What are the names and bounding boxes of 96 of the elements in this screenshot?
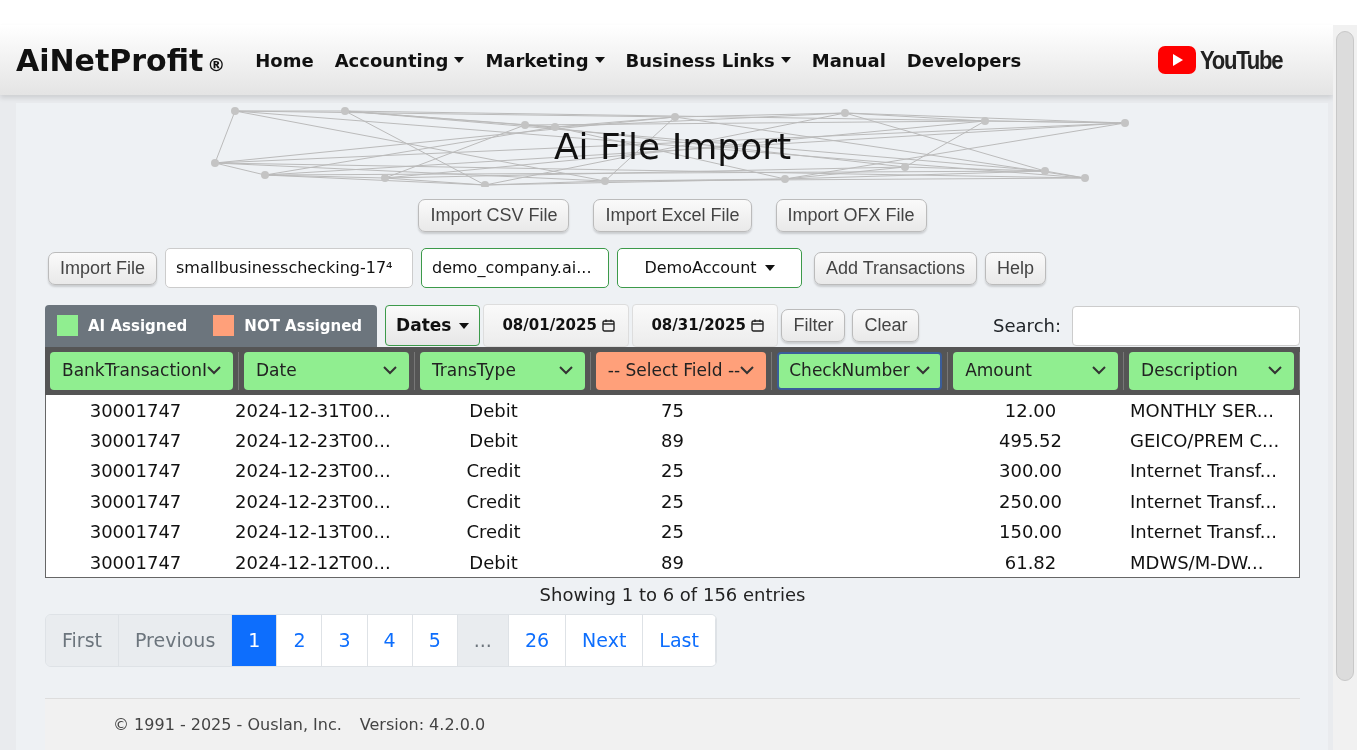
page-link[interactable]: 26 <box>508 615 567 666</box>
nav-link[interactable]: Accounting <box>334 46 465 74</box>
chevron-icon <box>206 366 221 376</box>
account-dropdown[interactable]: DemoAccount <box>617 248 803 289</box>
page-link[interactable]: 2 <box>277 615 323 666</box>
add-transactions-button[interactable]: Add Transactions <box>814 251 978 286</box>
table-cell-text: 300.00 <box>998 459 1063 484</box>
nav-link[interactable]: Marketing <box>485 46 605 74</box>
table-cell-text: 75 <box>660 398 685 423</box>
table-cell-text: 2024-12-12T00... <box>234 550 392 575</box>
table-cell-text: 2024-12-23T00... <box>234 428 392 453</box>
clear-button[interactable]: Clear <box>852 308 920 343</box>
nav-link[interactable]: Home <box>255 46 314 74</box>
company-field[interactable]: demo_company.ai... <box>421 248 610 289</box>
table-cell-text: 30001747 <box>88 398 183 423</box>
page-link[interactable]: Next <box>566 615 644 666</box>
table-cell-text: 250.00 <box>998 489 1063 514</box>
version-text: Version: 4.2.0.0 <box>359 713 486 736</box>
table-cell-text: Debit <box>468 428 519 453</box>
chevron-icon <box>382 366 397 376</box>
table-cell-text: 25 <box>660 489 685 514</box>
table-cell-text: Internet Transf... <box>1129 459 1278 484</box>
table-cell-text: 89 <box>660 550 685 575</box>
date-field[interactable]: 08/31/2025 <box>632 304 779 347</box>
caret-icon <box>459 322 470 329</box>
column-select[interactable]: Date <box>243 351 409 390</box>
caret-icon <box>594 57 605 63</box>
play-icon <box>1158 46 1197 74</box>
column-select[interactable]: BankTransactionI <box>50 351 233 390</box>
page-link[interactable]: Last <box>643 615 716 666</box>
youtube-link[interactable]: YouTube <box>1158 40 1297 80</box>
chevron-icon <box>1268 366 1282 376</box>
table-cell-text: Debit <box>468 398 519 423</box>
table-cell-text: 2024-12-23T00... <box>234 489 392 514</box>
table-cell-text: 30001747 <box>88 459 183 484</box>
search-field[interactable] <box>1072 305 1300 346</box>
page-link[interactable]: 4 <box>367 615 413 666</box>
table-cell-text: MONTHLY SER... <box>1129 398 1275 423</box>
table-cell-text: Internet Transf... <box>1129 489 1278 514</box>
table-cell-text: Credit <box>465 520 522 545</box>
table-cell-text: 2024-12-13T00... <box>234 520 392 545</box>
table-cell-text: 89 <box>660 428 685 453</box>
caret-icon <box>780 57 791 63</box>
column-select[interactable]: Amount <box>953 351 1119 390</box>
nav-link[interactable]: Business Links <box>625 46 791 74</box>
copyright-text: © 1991 - 2025 - Ouslan, Inc. <box>113 713 342 736</box>
help-button[interactable]: Help <box>985 251 1047 286</box>
legend-label: AI Assigned <box>88 315 188 337</box>
table-cell-text: 12.00 <box>1003 398 1058 423</box>
column-select[interactable]: CheckNumber <box>777 351 943 390</box>
page-link[interactable]: 1 <box>232 615 278 666</box>
search-label: Search: <box>993 314 1061 339</box>
chevron-icon <box>558 366 573 376</box>
table-cell-text: GEICO/PREM C... <box>1129 428 1281 453</box>
table-cell-text: Debit <box>468 550 519 575</box>
caret-icon <box>454 57 465 63</box>
table-cell-text: 150.00 <box>998 520 1063 545</box>
nav-link[interactable]: Developers <box>906 46 1022 74</box>
table-cell-text: MDWS/M-DW... <box>1129 550 1265 575</box>
column-select[interactable]: TransType <box>419 351 585 390</box>
entries-info: Showing 1 to 6 of 156 entries <box>538 583 807 608</box>
column-select[interactable]: -- Select Field -- <box>595 351 767 390</box>
table-cell-text: 30001747 <box>88 550 183 575</box>
table-cell-text: 495.52 <box>998 428 1063 453</box>
chevron-icon <box>740 366 755 376</box>
page-link[interactable]: 5 <box>412 615 458 666</box>
calendar-icon <box>601 319 615 333</box>
table-cell-text: 61.82 <box>1003 550 1058 575</box>
filter-button[interactable]: Filter <box>781 308 846 343</box>
date-field[interactable]: 08/01/2025 <box>483 304 630 347</box>
caret-icon <box>764 265 775 272</box>
column-select[interactable]: Description <box>1129 351 1294 390</box>
table-cell-text: Credit <box>465 459 522 484</box>
table-cell-text: 25 <box>660 520 685 545</box>
legend-label: NOT Assigned <box>244 315 363 337</box>
table-cell-text: 2024-12-31T00... <box>234 398 392 423</box>
page-title: Ai File Import <box>553 125 792 169</box>
calendar-icon <box>750 319 764 333</box>
chevron-icon <box>1092 366 1107 376</box>
page-link[interactable]: 3 <box>322 615 368 666</box>
table-cell-text: 30001747 <box>88 520 183 545</box>
table-cell-text: Internet Transf... <box>1129 520 1278 545</box>
scrollbar-thumb[interactable] <box>1336 31 1354 681</box>
table-cell-text: 25 <box>660 459 685 484</box>
table-cell-text: 2024-12-23T00... <box>234 459 392 484</box>
table-cell-text: Credit <box>465 489 522 514</box>
table-cell-text: 30001747 <box>88 428 183 453</box>
table-cell-text: 30001747 <box>88 489 183 514</box>
import-file-button[interactable]: Import File <box>48 251 158 286</box>
file-name-field[interactable]: smallbusinesschecking-17⁴ <box>165 248 414 289</box>
nav-link[interactable]: Manual <box>811 46 886 74</box>
import-button[interactable]: Import OFX File <box>775 199 927 233</box>
import-button[interactable]: Import CSV File <box>418 199 570 233</box>
chevron-icon <box>916 366 931 376</box>
import-button[interactable]: Import Excel File <box>593 199 752 233</box>
dates-dropdown[interactable]: Dates <box>385 304 481 347</box>
